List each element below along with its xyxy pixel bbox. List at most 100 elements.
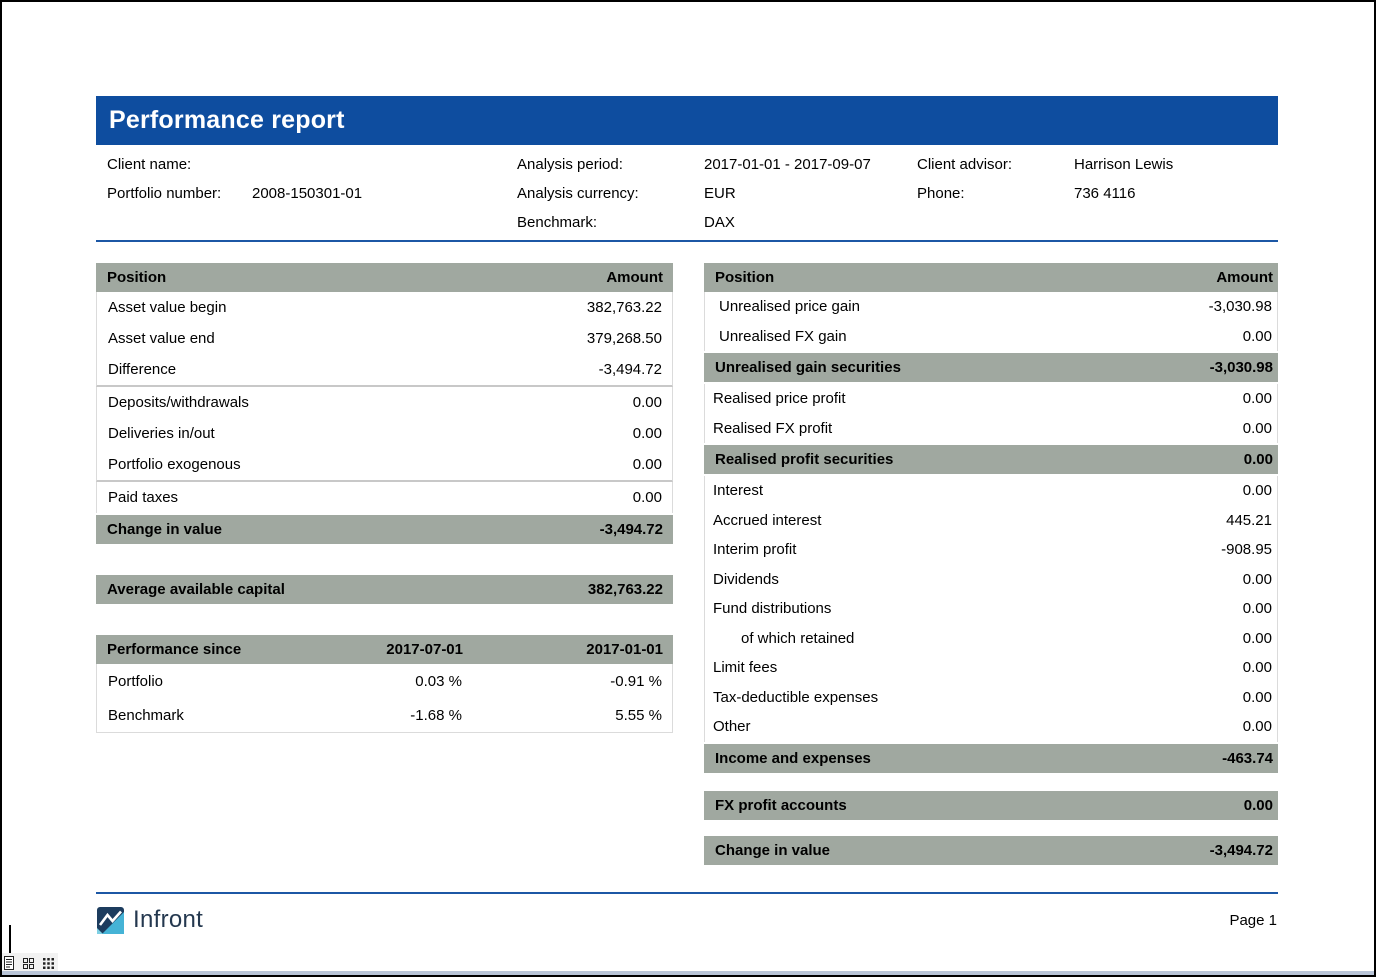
- table-row: Realised FX profit 0.00: [705, 414, 1277, 444]
- column-header-position: Position: [715, 269, 1216, 286]
- row-value-2: 5.55 %: [462, 707, 662, 724]
- row-amount: 0.00: [1243, 689, 1272, 706]
- realised-group: Realised price profit 0.00 Realised FX p…: [704, 384, 1278, 443]
- column-header-date-2: 2017-01-01: [463, 641, 663, 658]
- row-label: Change in value: [107, 521, 600, 538]
- brand-name: Infront: [133, 906, 203, 934]
- row-amount: 0.00: [633, 425, 662, 442]
- summary-table: Position Amount Asset value begin 382,76…: [96, 263, 673, 544]
- row-label: Dividends: [713, 571, 1243, 588]
- table-row: Deliveries in/out 0.00: [97, 418, 672, 449]
- table-row: Benchmark -1.68 % 5.55 %: [97, 698, 672, 732]
- row-amount: -3,030.98: [1210, 359, 1273, 376]
- analysis-currency-label: Analysis currency:: [517, 185, 704, 202]
- change-in-value-row: Change in value -3,494.72: [704, 836, 1278, 865]
- row-amount: 0.00: [1243, 420, 1272, 437]
- row-label: Income and expenses: [715, 750, 1222, 767]
- table-row: Unrealised FX gain 0.00: [705, 322, 1277, 352]
- grid-view-icon[interactable]: [23, 958, 34, 969]
- row-label: Interest: [713, 482, 1243, 499]
- row-amount: 382,763.22: [587, 299, 662, 316]
- table-row: Unrealised price gain -3,030.98: [705, 292, 1277, 322]
- table-row: Limit fees 0.00: [705, 653, 1277, 683]
- row-amount: 0.00: [633, 456, 662, 473]
- average-available-capital-row: Average available capital 382,763.22: [96, 575, 673, 604]
- analysis-period-label: Analysis period:: [517, 156, 704, 173]
- report-title-bar: Performance report: [96, 96, 1278, 145]
- row-label: Accrued interest: [713, 512, 1226, 529]
- realised-profit-securities-row: Realised profit securities 0.00: [704, 445, 1278, 474]
- row-label: Portfolio exogenous: [108, 456, 633, 473]
- row-label: Fund distributions: [713, 600, 1243, 617]
- portfolio-number-value: 2008-150301-01: [252, 185, 517, 202]
- income-and-expenses-row: Income and expenses -463.74: [704, 744, 1278, 773]
- performance-table-body: Portfolio 0.03 % -0.91 % Benchmark -1.68…: [96, 664, 673, 733]
- row-amount: 0.00: [1243, 600, 1272, 617]
- change-in-value-row: Change in value -3,494.72: [96, 515, 673, 544]
- income-group: Interest 0.00 Accrued interest 445.21 In…: [704, 476, 1278, 742]
- row-amount: 0.00: [1243, 659, 1272, 676]
- row-label: Deliveries in/out: [108, 425, 633, 442]
- row-amount: -3,494.72: [600, 521, 663, 538]
- row-label: Average available capital: [107, 581, 588, 598]
- row-value-2: -0.91 %: [462, 673, 662, 690]
- column-header-amount: Amount: [1216, 269, 1273, 286]
- row-amount: -3,494.72: [1210, 842, 1273, 859]
- client-name-label: Client name:: [107, 156, 252, 173]
- report-page: Performance report Client name: Analysis…: [96, 96, 1278, 865]
- client-info-block: Client name: Analysis period: 2017-01-01…: [96, 145, 1278, 242]
- row-amount: 0.00: [633, 394, 662, 411]
- asset-value-group: Asset value begin 382,763.22 Asset value…: [96, 292, 673, 387]
- row-amount: 445.21: [1226, 512, 1272, 529]
- table-row: Realised price profit 0.00: [705, 384, 1277, 414]
- status-strip: [2, 971, 1374, 975]
- table-row: Paid taxes 0.00: [97, 482, 672, 513]
- table-row: Accrued interest 445.21: [705, 506, 1277, 536]
- row-amount: 0.00: [1243, 571, 1272, 588]
- row-label: Tax-deductible expenses: [713, 689, 1243, 706]
- benchmark-label: Benchmark:: [517, 214, 704, 231]
- report-columns: Position Amount Asset value begin 382,76…: [96, 263, 1278, 865]
- unrealised-gain-securities-row: Unrealised gain securities -3,030.98: [704, 353, 1278, 382]
- taxes-group: Paid taxes 0.00: [96, 482, 673, 513]
- thumbnail-view-icon[interactable]: [43, 958, 54, 969]
- row-value-1: -1.68 %: [292, 707, 462, 724]
- table-row: Deposits/withdrawals 0.00: [97, 387, 672, 418]
- flows-group: Deposits/withdrawals 0.00 Deliveries in/…: [96, 387, 673, 482]
- table-row: Difference -3,494.72: [97, 354, 672, 385]
- row-label: Paid taxes: [108, 489, 633, 506]
- single-page-view-icon[interactable]: [4, 956, 14, 970]
- client-advisor-value: Harrison Lewis: [1074, 156, 1278, 173]
- client-advisor-label: Client advisor:: [917, 156, 1074, 173]
- row-label: Asset value end: [108, 330, 587, 347]
- row-label: Unrealised price gain: [719, 298, 1209, 315]
- portfolio-number-label: Portfolio number:: [107, 185, 252, 202]
- row-label: Interim profit: [713, 541, 1221, 558]
- row-label: Asset value begin: [108, 299, 587, 316]
- table-row: Other 0.00: [705, 712, 1277, 742]
- row-label: Portfolio: [108, 673, 292, 690]
- row-label: Other: [713, 718, 1243, 735]
- table-row: Dividends 0.00: [705, 565, 1277, 595]
- report-viewer-window: Performance report Client name: Analysis…: [0, 0, 1376, 977]
- row-label: Realised price profit: [713, 390, 1243, 407]
- phone-value: 736 4116: [1074, 185, 1278, 202]
- page-edge-mark: [9, 925, 11, 954]
- row-amount: 0.00: [1243, 482, 1272, 499]
- table-row: Asset value begin 382,763.22: [97, 292, 672, 323]
- row-amount: 0.00: [1243, 390, 1272, 407]
- row-label: Limit fees: [713, 659, 1243, 676]
- table-row: Interest 0.00: [705, 476, 1277, 506]
- row-label: Realised profit securities: [715, 451, 1244, 468]
- table-row: Tax-deductible expenses 0.00: [705, 683, 1277, 713]
- column-header-position: Position: [107, 269, 606, 286]
- detail-column: Position Amount Unrealised price gain -3…: [704, 263, 1278, 865]
- row-label: Deposits/withdrawals: [108, 394, 633, 411]
- infront-logo-icon: [97, 907, 124, 934]
- row-label: Benchmark: [108, 707, 292, 724]
- table-row: Interim profit -908.95: [705, 535, 1277, 565]
- performance-table-header: Performance since 2017-07-01 2017-01-01: [96, 635, 673, 664]
- row-amount: -3,030.98: [1209, 298, 1272, 315]
- row-label: Difference: [108, 361, 599, 378]
- row-amount: 0.00: [1243, 630, 1272, 647]
